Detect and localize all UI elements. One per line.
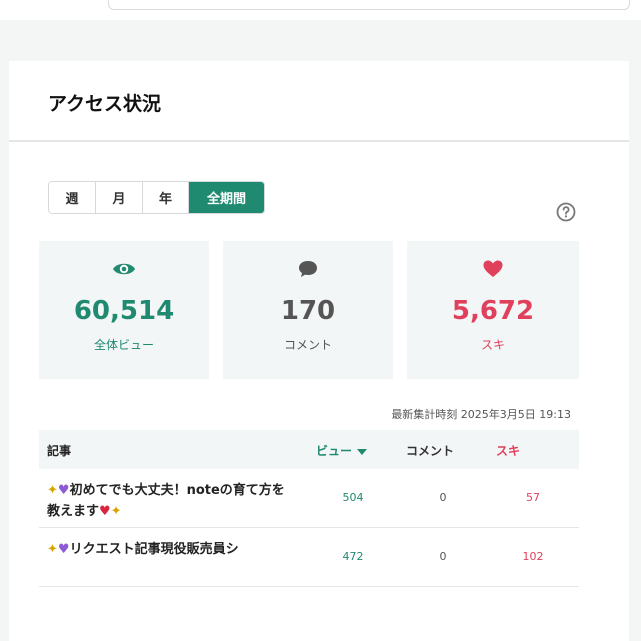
row-views: 504 (342, 491, 364, 504)
purple-heart-icon: ♥ (57, 483, 70, 498)
search-input[interactable] (108, 0, 630, 10)
row-likes: 57 (526, 491, 540, 504)
stat-comments-label: コメント (283, 338, 332, 352)
stat-views-label: 全体ビュー (93, 338, 154, 352)
article-stats-table: 記事 ビュー コメント スキ ✦♥初めてでも大丈夫！noteの育て方を教えます♥… (39, 430, 579, 587)
table-row: ✦♥初めてでも大丈夫！noteの育て方を教えます♥✦ 504 0 57 (39, 469, 579, 528)
header-views[interactable]: ビュー (316, 442, 368, 459)
heart-icon (483, 260, 503, 277)
page-title: アクセス状況 (48, 93, 162, 115)
stat-views-value: 60,514 (73, 296, 175, 326)
sparkle-icon: ✦ (47, 483, 58, 498)
stat-views: 60,514 全体ビュー (39, 241, 209, 379)
stat-comments-value: 170 (280, 296, 336, 326)
tab-year[interactable]: 年 (143, 182, 189, 213)
table-row: ✦♥リクエスト記事現役販売員シ 472 0 102 (39, 528, 579, 587)
row-comments: 0 (439, 491, 447, 504)
stat-comments: 170 コメント (223, 241, 393, 379)
question-circle-icon[interactable] (556, 202, 576, 222)
sparkle-icon: ✦ (47, 542, 58, 557)
tab-all-time[interactable]: 全期間 (189, 182, 264, 213)
row-likes: 102 (522, 550, 544, 563)
tab-month[interactable]: 月 (96, 182, 143, 213)
header-likes[interactable]: スキ (496, 442, 520, 459)
top-bar (0, 0, 641, 20)
row-comments: 0 (439, 550, 447, 563)
article-title-link[interactable]: ✦♥リクエスト記事現役販売員シ (47, 539, 297, 560)
last-updated-timestamp: 最新集計時刻 2025年3月5日 19:13 (391, 408, 571, 421)
stat-likes: 5,672 スキ (407, 241, 579, 379)
divider (9, 140, 629, 142)
tab-week[interactable]: 週 (49, 182, 96, 213)
header-comments[interactable]: コメント (406, 442, 454, 459)
row-views: 472 (342, 550, 364, 563)
header-article: 記事 (47, 444, 72, 458)
sparkling-heart-icon: ♥ (99, 504, 111, 519)
eye-icon (113, 263, 135, 275)
sort-caret-icon (357, 448, 368, 455)
article-title-link[interactable]: ✦♥初めてでも大丈夫！noteの育て方を教えます♥✦ (47, 480, 297, 522)
period-tabs: 週 月 年 全期間 (48, 181, 265, 214)
table-header: 記事 ビュー コメント スキ (39, 430, 579, 469)
sparkle-icon: ✦ (110, 504, 122, 519)
comment-bubble-icon (299, 261, 317, 277)
stat-likes-label: スキ (480, 338, 505, 352)
stat-likes-value: 5,672 (451, 296, 535, 326)
purple-heart-icon: ♥ (57, 542, 70, 557)
